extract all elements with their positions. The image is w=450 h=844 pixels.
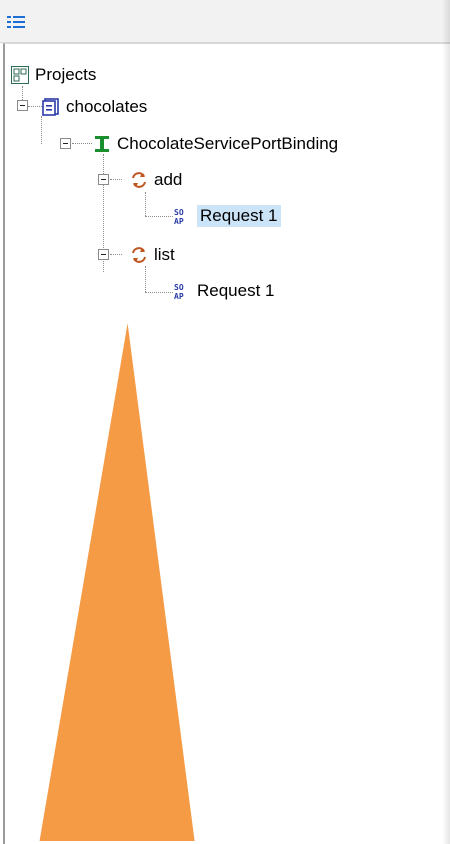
callout-pointer xyxy=(32,302,202,844)
panel-edge-shadow xyxy=(442,0,450,844)
callout-shape xyxy=(32,302,202,844)
